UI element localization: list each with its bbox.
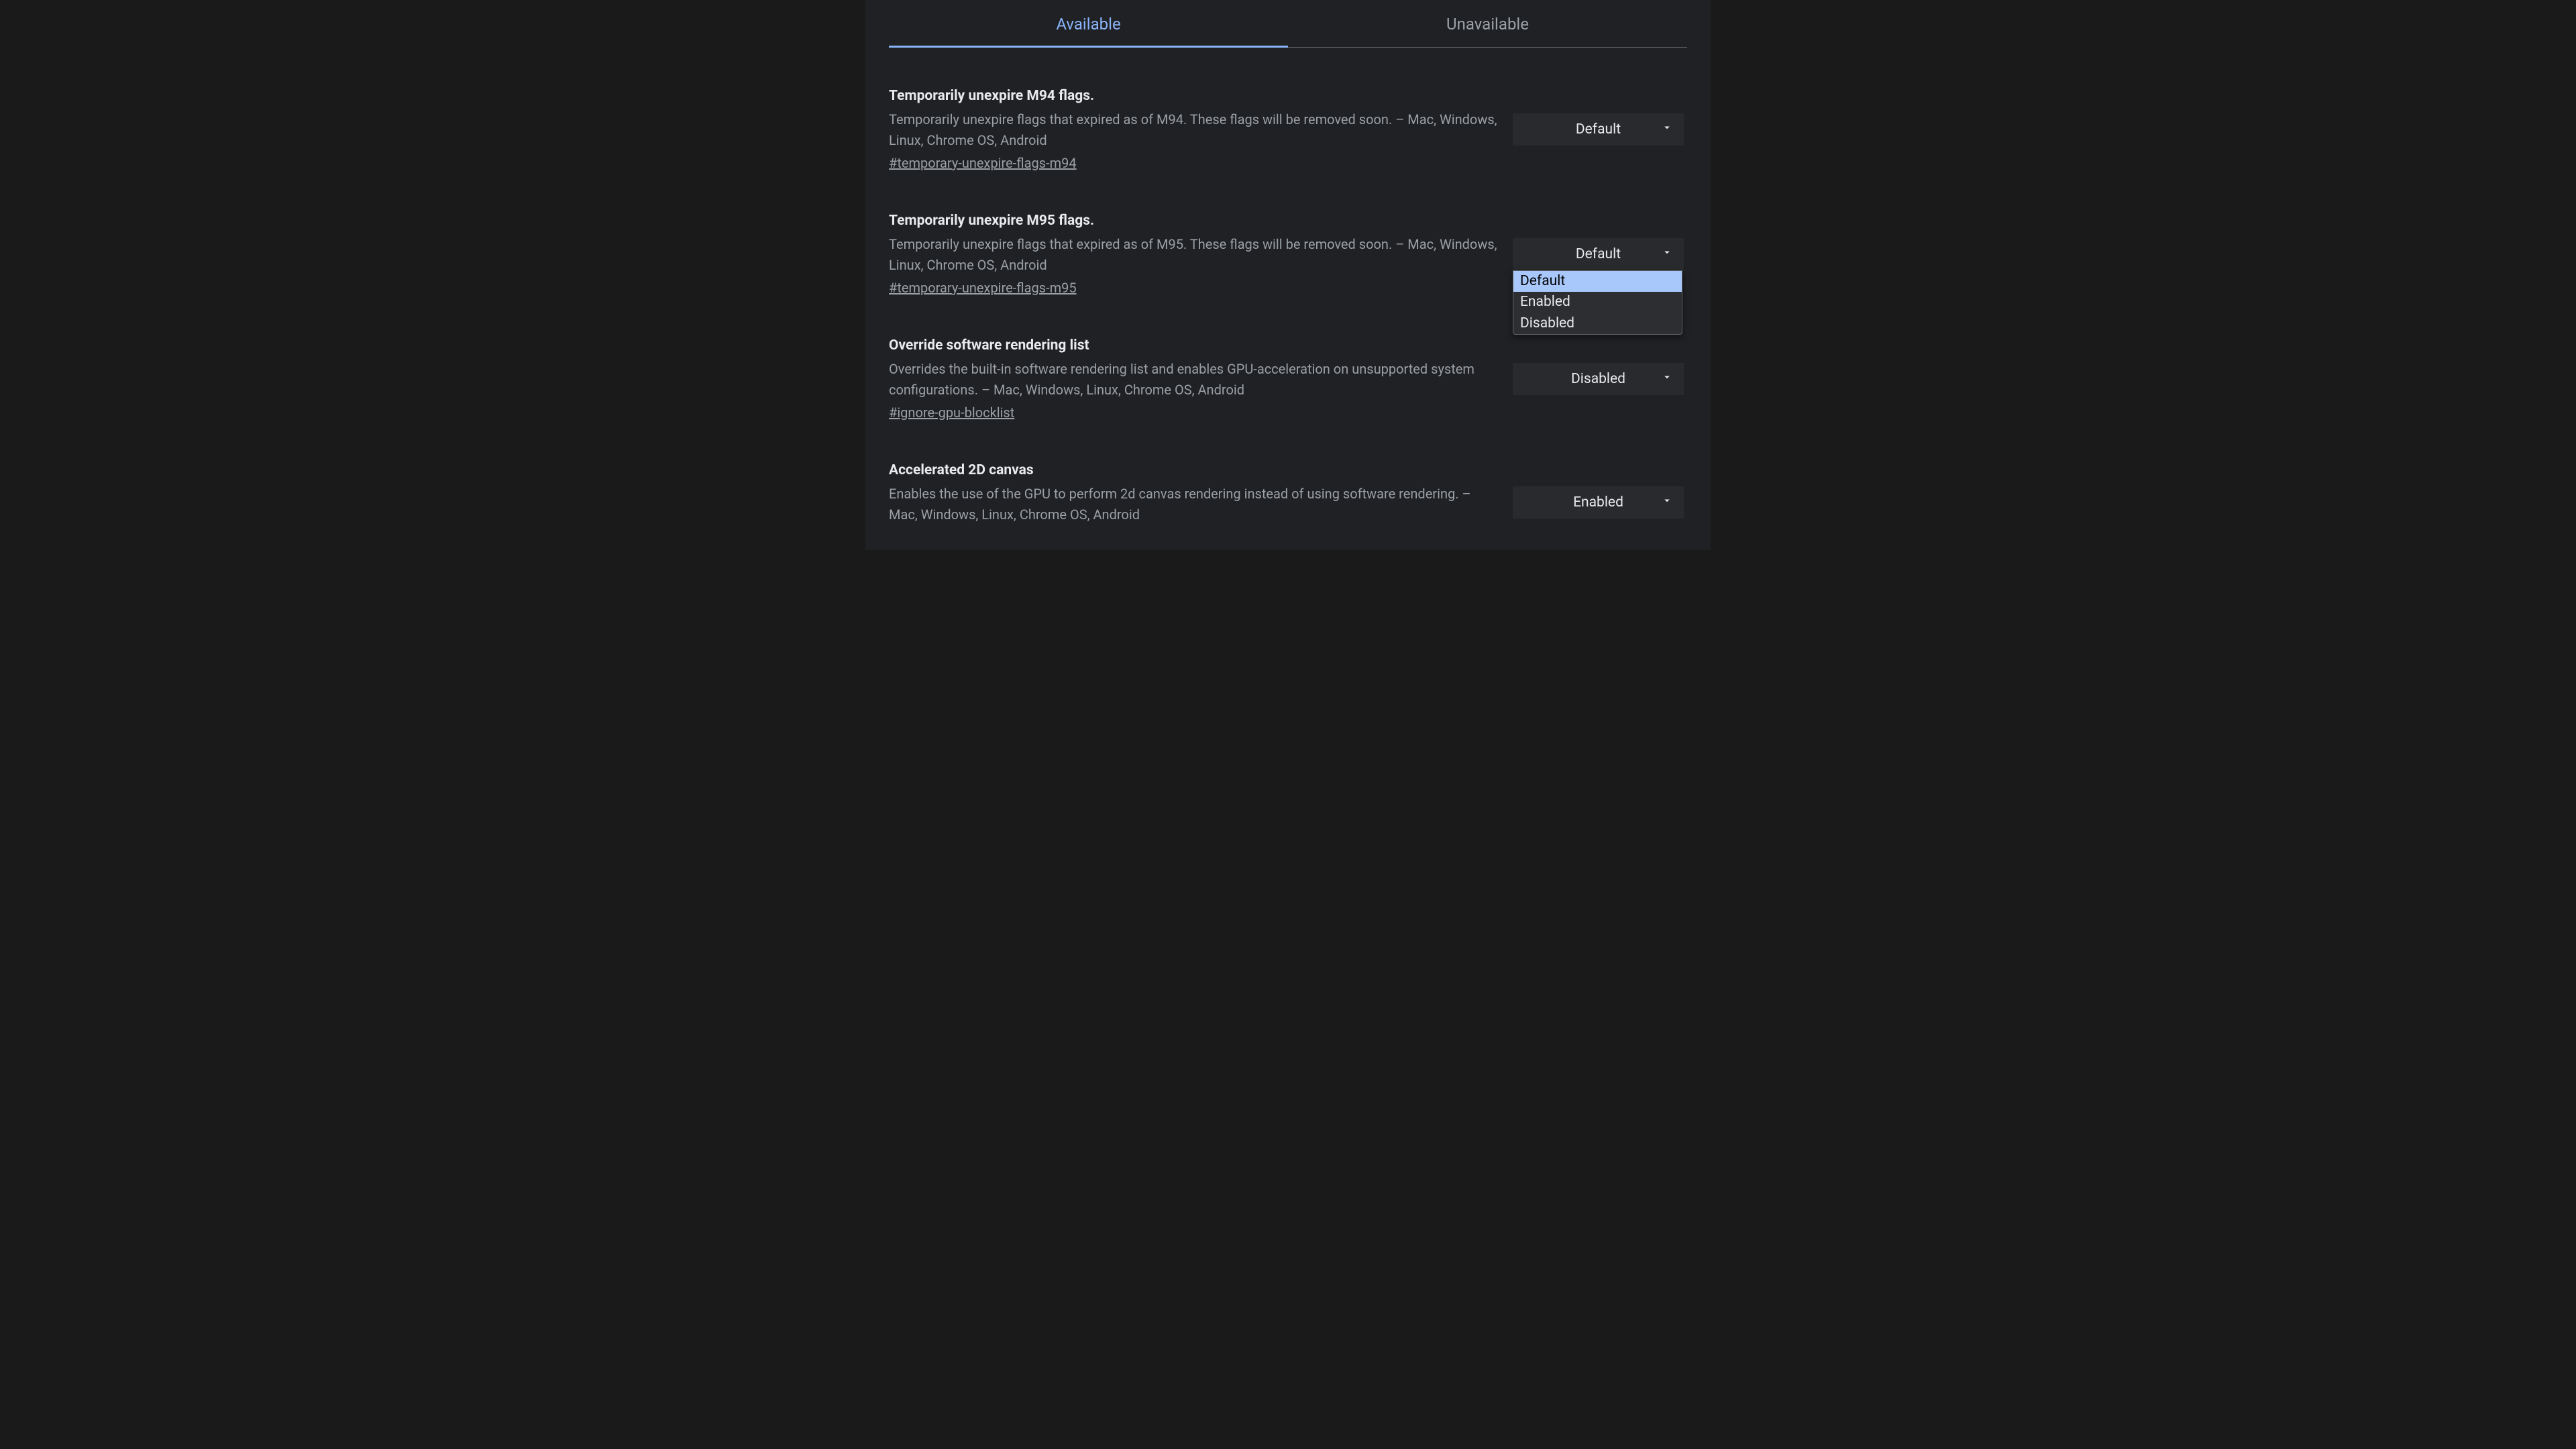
flag-select-wrapper: Default (1513, 113, 1684, 146)
flag-hash-link[interactable]: #temporary-unexpire-flags-m94 (889, 155, 1077, 171)
flag-info: Accelerated 2D canvas Enables the use of… (889, 462, 1499, 542)
flag-hash-link[interactable]: #temporary-unexpire-flags-m95 (889, 280, 1077, 296)
flag-select[interactable]: Default (1513, 238, 1684, 270)
flag-info: Temporarily unexpire M94 flags. Temporar… (889, 88, 1499, 171)
flags-list: Temporarily unexpire M94 flags. Temporar… (865, 48, 1711, 542)
flag-description: Overrides the built-in software renderin… (889, 359, 1499, 400)
flag-row: Accelerated 2D canvas Enables the use of… (889, 462, 1687, 542)
flag-description: Temporarily unexpire flags that expired … (889, 234, 1499, 276)
flag-select-wrapper: Disabled (1513, 363, 1684, 395)
flag-row: Override software rendering list Overrid… (889, 337, 1687, 421)
flag-title: Accelerated 2D canvas (889, 462, 1499, 478)
flag-info: Temporarily unexpire M95 flags. Temporar… (889, 213, 1499, 296)
flag-select[interactable]: Disabled (1513, 363, 1684, 395)
flag-select[interactable]: Enabled (1513, 486, 1684, 519)
tabs-bar: Available Unavailable (889, 0, 1687, 48)
flag-description: Temporarily unexpire flags that expired … (889, 109, 1499, 151)
flag-select[interactable]: Default (1513, 113, 1684, 146)
flag-select-value: Enabled (1573, 494, 1623, 511)
flag-row: Temporarily unexpire M95 flags. Temporar… (889, 213, 1687, 296)
flag-title: Override software rendering list (889, 337, 1499, 354)
flag-title: Temporarily unexpire M95 flags. (889, 213, 1499, 229)
dropdown-option-default[interactable]: Default (1513, 271, 1682, 292)
chevron-down-icon (1661, 246, 1673, 262)
flags-panel: Available Unavailable Temporarily unexpi… (865, 0, 1711, 550)
flag-select-value: Disabled (1571, 371, 1625, 387)
flag-row: Temporarily unexpire M94 flags. Temporar… (889, 88, 1687, 171)
tab-available[interactable]: Available (889, 0, 1288, 47)
flag-title: Temporarily unexpire M94 flags. (889, 88, 1499, 104)
flag-select-value: Default (1576, 121, 1621, 138)
flag-select-wrapper: Enabled (1513, 486, 1684, 519)
flag-select-wrapper: Default Default Enabled Disabled (1513, 238, 1684, 270)
flag-select-dropdown: Default Enabled Disabled (1513, 270, 1682, 335)
flag-description: Enables the use of the GPU to perform 2d… (889, 484, 1499, 525)
dropdown-option-disabled[interactable]: Disabled (1513, 313, 1682, 334)
flag-select-value: Default (1576, 246, 1621, 262)
tab-unavailable[interactable]: Unavailable (1288, 0, 1687, 47)
dropdown-option-enabled[interactable]: Enabled (1513, 292, 1682, 313)
chevron-down-icon (1661, 121, 1673, 138)
flag-info: Override software rendering list Overrid… (889, 337, 1499, 421)
chevron-down-icon (1661, 494, 1673, 511)
chevron-down-icon (1661, 371, 1673, 387)
flag-hash-link[interactable]: #ignore-gpu-blocklist (889, 405, 1014, 421)
